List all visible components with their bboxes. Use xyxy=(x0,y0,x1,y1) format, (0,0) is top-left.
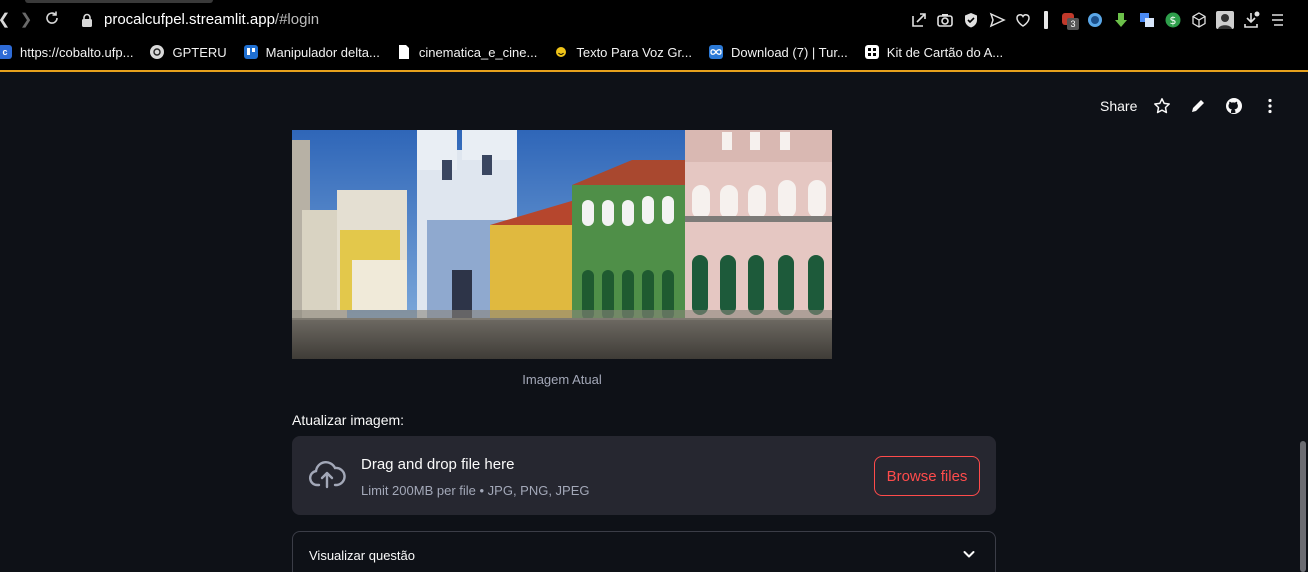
lock-icon[interactable] xyxy=(80,13,94,27)
notification-extension-icon[interactable]: 3 xyxy=(1056,9,1082,31)
document-icon xyxy=(397,45,411,59)
heart-icon[interactable] xyxy=(1010,9,1036,31)
back-icon[interactable]: ❮ xyxy=(0,10,14,30)
file-dropzone[interactable]: Drag and drop file here Limit 200MB per … xyxy=(292,436,996,515)
toolbar-icons: 3 $ xyxy=(906,9,1290,31)
bookmarks-bar: c https://cobalto.ufp... GPTERU Manipula… xyxy=(0,40,1308,64)
active-tab-indicator[interactable] xyxy=(25,0,213,3)
bookmark-item[interactable]: Kit de Cartão do A... xyxy=(864,44,1004,60)
bookmark-item[interactable]: Download (7) | Tur... xyxy=(708,44,848,60)
dropzone-subtitle: Limit 200MB per file • JPG, PNG, JPEG xyxy=(361,483,590,498)
browser-chrome: ❮ ❯ procalcufpel.streamlit.app/#login 3 … xyxy=(0,0,1308,72)
forward-icon[interactable]: ❯ xyxy=(16,10,36,30)
smiley-icon xyxy=(554,45,568,59)
dropzone-title: Drag and drop file here xyxy=(361,456,515,473)
download-arrow-extension-icon[interactable] xyxy=(1108,9,1134,31)
bookmark-label: cinematica_e_cine... xyxy=(418,44,538,60)
avatar[interactable] xyxy=(1212,9,1238,31)
view-question-expander[interactable]: Visualizar questão xyxy=(292,531,996,572)
url-path: /#login xyxy=(274,11,320,28)
bookmark-label: https://cobalto.ufp... xyxy=(20,44,134,60)
share-button[interactable]: Share xyxy=(1100,98,1137,114)
downloads-icon[interactable] xyxy=(1238,9,1264,31)
svg-text:$: $ xyxy=(1170,14,1177,27)
bookmark-item[interactable]: GPTERU xyxy=(150,44,227,60)
reload-icon[interactable] xyxy=(42,10,62,30)
bookmark-label: Texto Para Voz Gr... xyxy=(576,44,692,60)
bookmark-label: Kit de Cartão do A... xyxy=(886,44,1004,60)
address-bar[interactable]: procalcufpel.streamlit.app/#login xyxy=(104,11,319,28)
bookmark-item[interactable]: c https://cobalto.ufp... xyxy=(0,45,133,60)
cube-extension-icon[interactable] xyxy=(1186,9,1212,31)
image-caption: Imagem Atual xyxy=(522,372,602,387)
app-header: Share xyxy=(0,74,1308,138)
browse-files-button[interactable]: Browse files xyxy=(874,456,980,496)
url-host: procalcufpel.streamlit.app xyxy=(104,11,275,28)
grid-icon xyxy=(864,45,879,59)
toolbar-divider xyxy=(1044,11,1048,29)
current-image xyxy=(292,130,832,359)
cloud-upload-icon xyxy=(308,460,346,490)
infinity-icon xyxy=(708,45,723,59)
share-page-icon[interactable] xyxy=(906,9,932,31)
bookmark-item[interactable]: Texto Para Voz Gr... xyxy=(554,45,692,60)
camera-icon[interactable] xyxy=(932,9,958,31)
bookmark-item[interactable]: Manipulador delta... xyxy=(243,44,380,60)
compass-extension-icon[interactable] xyxy=(1082,9,1108,31)
dollar-extension-icon[interactable]: $ xyxy=(1160,9,1186,31)
bookmark-item[interactable]: cinematica_e_cine... xyxy=(397,44,538,60)
more-menu-icon[interactable] xyxy=(1260,96,1280,116)
bookmark-label: Manipulador delta... xyxy=(265,44,380,60)
page-scrollbar[interactable] xyxy=(1300,441,1306,572)
menu-icon[interactable] xyxy=(1264,9,1290,31)
bookmark-label: Download (7) | Tur... xyxy=(730,44,848,60)
shield-icon[interactable] xyxy=(958,9,984,31)
expander-title: Visualizar questão xyxy=(309,548,415,563)
openai-icon xyxy=(150,45,165,59)
extension-badge: 3 xyxy=(1067,18,1079,30)
star-icon[interactable] xyxy=(1152,96,1172,116)
github-icon[interactable] xyxy=(1224,96,1244,116)
navigation-bar: ❮ ❯ procalcufpel.streamlit.app/#login 3 … xyxy=(0,6,1308,34)
bookmark-label: GPTERU xyxy=(172,44,227,60)
edit-icon[interactable] xyxy=(1188,96,1208,116)
translate-extension-icon[interactable] xyxy=(1134,9,1160,31)
cobalto-icon: c xyxy=(0,45,12,59)
send-icon[interactable] xyxy=(984,9,1010,31)
chevron-down-icon[interactable] xyxy=(961,546,977,562)
trello-icon xyxy=(243,45,258,59)
upload-label: Atualizar imagem: xyxy=(292,412,405,428)
